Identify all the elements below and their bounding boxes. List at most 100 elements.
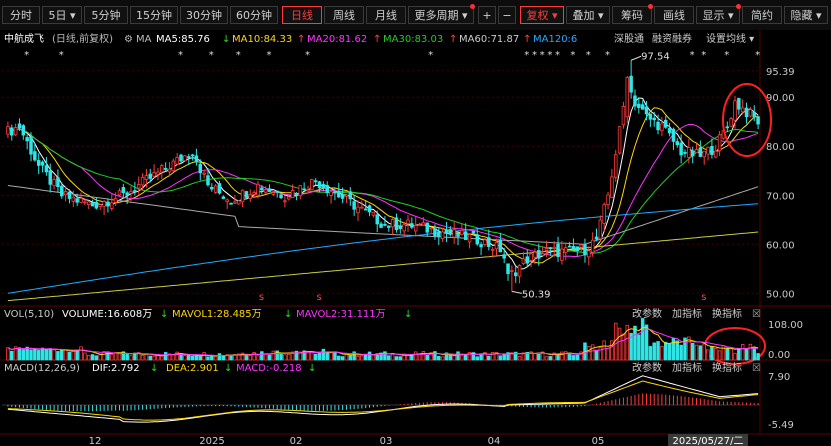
toolbar-item-12[interactable]: 复权 ▾ — [520, 6, 564, 24]
volume-bar — [344, 353, 349, 361]
vol-close-icon[interactable]: ☒ — [752, 309, 761, 320]
candle-body — [444, 229, 449, 234]
volume-bar — [94, 355, 99, 361]
volume-bar — [333, 351, 337, 361]
candle-body — [552, 246, 556, 250]
candle-body — [687, 147, 691, 158]
toolbar-item-14[interactable]: 筹码 — [612, 4, 653, 24]
candle-body — [598, 219, 603, 240]
volume-bar — [748, 343, 753, 361]
candle-body — [740, 107, 745, 113]
candle-body — [33, 151, 37, 161]
volume-bar — [367, 351, 372, 361]
volume-bar — [756, 353, 760, 361]
volume-bar — [279, 352, 283, 361]
volume-bar — [148, 355, 153, 361]
candle-body — [667, 128, 672, 134]
toolbar-item-11[interactable]: − — [498, 6, 516, 24]
volume-bar — [652, 342, 656, 361]
candle-body — [387, 225, 391, 228]
vol-change-param-button[interactable]: 改参数 — [632, 307, 662, 320]
candle-body — [433, 228, 437, 237]
signal-star: * — [305, 50, 310, 61]
candle-body — [233, 201, 237, 204]
candle-body — [560, 248, 564, 261]
toolbar-item-13[interactable]: 叠加 ▾ — [566, 6, 610, 24]
candle-body — [383, 223, 387, 226]
macd-add-indicator-button[interactable]: 加指标 — [672, 361, 702, 374]
toolbar-item-18[interactable]: 隐藏 ▾ — [784, 6, 828, 24]
candle-body — [483, 239, 487, 245]
candle-body — [240, 189, 245, 203]
toolbar-item-6[interactable]: 日线 — [282, 6, 322, 24]
x-axis-label: 03 — [380, 436, 393, 446]
hk-connect-button[interactable]: 深股通 — [614, 33, 644, 45]
candle-body — [348, 191, 353, 200]
candle-body — [79, 197, 83, 203]
vol-mavol1-value: MAVOL1:28.485万 — [172, 309, 262, 320]
volume-bar — [67, 351, 72, 361]
settings-icon[interactable]: ⚙ — [124, 34, 133, 45]
candle-body — [52, 179, 56, 187]
toolbar-item-5[interactable]: 60分钟 — [230, 6, 278, 24]
candle-body — [194, 155, 199, 163]
toolbar-item-10[interactable]: + — [478, 6, 496, 24]
volume-bar — [21, 349, 26, 361]
price-tick-label: 95.39 — [766, 67, 795, 78]
candle-body — [352, 201, 356, 210]
volume-bar — [371, 354, 376, 361]
candle-body — [413, 225, 418, 232]
candle-body — [537, 250, 541, 259]
candle-body — [290, 190, 295, 198]
candle-body — [329, 191, 333, 196]
toolbar-item-3[interactable]: 15分钟 — [130, 6, 178, 24]
macd-dea-value: DEA:2.901 — [166, 363, 219, 374]
vol-add-indicator-button[interactable]: 加指标 — [672, 307, 702, 320]
toolbar-item-0[interactable]: 分时 — [2, 6, 40, 24]
volume-bar — [621, 333, 626, 361]
volume-bar — [644, 324, 649, 361]
signal-star: * — [267, 50, 272, 61]
volume-bar — [710, 346, 714, 361]
toolbar-item-8[interactable]: 月线 — [366, 6, 406, 24]
volume-bar — [271, 350, 276, 361]
price-tick-label: 90.00 — [766, 93, 795, 104]
macd-close-icon[interactable]: ☒ — [752, 363, 761, 374]
toolbar-item-9[interactable]: 更多周期 ▾ — [408, 4, 475, 24]
toolbar-item-4[interactable]: 30分钟 — [180, 6, 228, 24]
volume-bar — [537, 353, 541, 361]
volume-bar — [217, 353, 222, 361]
candle-body — [117, 190, 122, 196]
candle-body — [510, 270, 514, 272]
candle-body — [298, 185, 303, 196]
toolbar-item-17[interactable]: 简约 — [742, 6, 782, 24]
toolbar-item-1[interactable]: 5日 ▾ — [42, 6, 82, 24]
candle-body — [325, 185, 329, 194]
candle-body — [506, 263, 510, 275]
macd-tick-top: 7.90 — [768, 372, 790, 383]
volume-bar — [337, 355, 341, 361]
margin-trading-button[interactable]: 融资融券 — [652, 32, 692, 45]
volume-bar — [606, 347, 610, 361]
toolbar-item-15[interactable]: 画线 — [654, 6, 694, 24]
candle-body — [633, 95, 637, 107]
candle-body — [363, 208, 368, 211]
candle-body — [56, 177, 60, 188]
candle-body — [313, 180, 318, 183]
toolbar-item-7[interactable]: 周线 — [324, 6, 364, 24]
macd-switch-indicator-button[interactable]: 换指标 — [712, 361, 742, 374]
candle-body — [590, 239, 595, 253]
set-ma-button[interactable]: 设置均线 ▾ — [706, 32, 754, 45]
volume-bar — [590, 344, 595, 361]
vol-tick-bottom: 0.00 — [768, 350, 790, 361]
candle-body — [190, 154, 195, 157]
candle-body — [94, 201, 99, 209]
volume-bar — [267, 354, 272, 361]
vol-switch-indicator-button[interactable]: 换指标 — [712, 307, 742, 320]
candle-body — [610, 176, 614, 198]
volume-bar — [714, 348, 718, 361]
toolbar-item-2[interactable]: 5分钟 — [84, 6, 128, 24]
candle-body — [660, 123, 664, 132]
toolbar-item-16[interactable]: 显示 ▾ — [696, 4, 741, 24]
macd-change-param-button[interactable]: 改参数 — [632, 361, 662, 374]
